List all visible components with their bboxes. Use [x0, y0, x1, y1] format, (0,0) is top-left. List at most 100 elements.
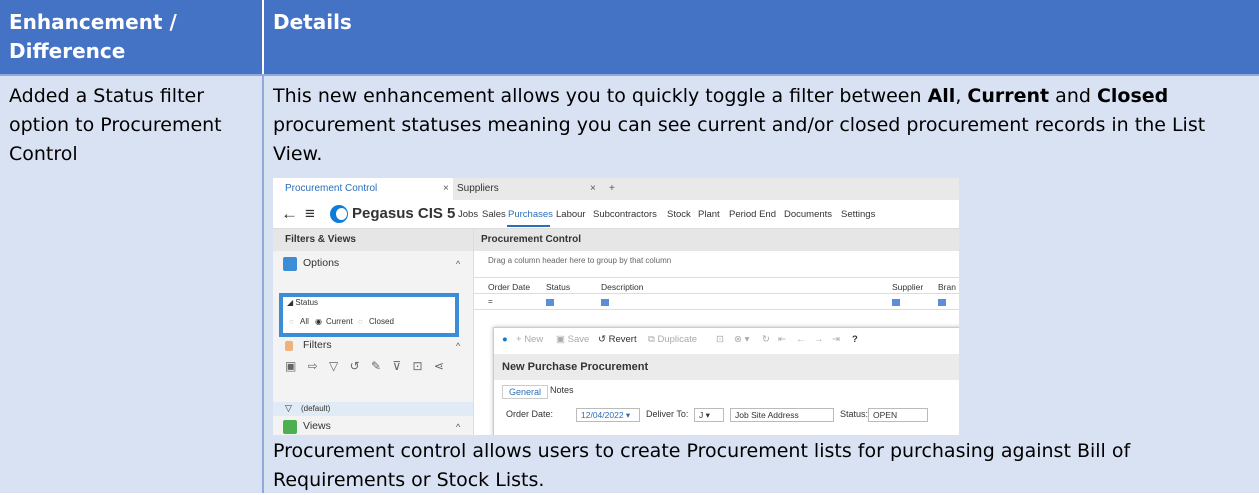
duplicate-button[interactable]: ⧉ Duplicate [648, 334, 697, 345]
menu-item-sales[interactable]: Sales [482, 209, 506, 220]
details-paragraph-2: Procurement control allows users to crea… [273, 440, 1131, 491]
grid-line [474, 293, 959, 294]
radio-closed-icon[interactable]: ○ [358, 317, 363, 326]
options-icon [283, 257, 297, 271]
status-field[interactable]: OPEN [868, 408, 928, 422]
tab-close-icon[interactable]: × [443, 178, 449, 200]
dialog-title-bar: New Purchase Procurement [494, 354, 959, 380]
new-tab-icon[interactable]: + [609, 178, 615, 200]
header-enhancement-label: Enhancement / Difference [9, 10, 177, 63]
tab-general[interactable]: General [502, 385, 549, 399]
menu-item-stock[interactable]: Stock [667, 209, 691, 220]
radio-all-label[interactable]: All [300, 317, 309, 326]
column-branch[interactable]: Bran [938, 282, 956, 292]
default-filter-row[interactable]: ▽ (default) [273, 402, 473, 416]
browser-tab-bar: Procurement Control × Suppliers × + [273, 178, 959, 200]
status-filter-highlight: ◢ Status ○ All ◉ Current ○ Closed [279, 293, 459, 337]
pegasus-logo-icon [330, 205, 348, 223]
brand-name: Pegasus CIS 5 [352, 205, 456, 222]
column-description[interactable]: Description [601, 282, 644, 292]
filters-views-header: Filters & Views [273, 229, 473, 251]
filter-cell-icon[interactable] [601, 299, 609, 306]
grid-line [474, 309, 959, 310]
para1-and: and [1049, 85, 1097, 107]
menu-item-plant[interactable]: Plant [698, 209, 720, 220]
menu-item-labour[interactable]: Labour [556, 209, 586, 220]
filter-operator[interactable]: = [488, 297, 493, 306]
refresh-icon[interactable]: ↻ [762, 334, 770, 345]
views-label[interactable]: Views [303, 420, 331, 432]
dialog-toolbar: ● + New ▣ Save ↺ Revert ⧉ Duplicate ⊡ ⊗ … [494, 328, 959, 352]
menu-item-documents[interactable]: Documents [784, 209, 832, 220]
filter-cell-icon[interactable] [546, 299, 554, 306]
help-button[interactable]: ? [852, 334, 858, 345]
save-button[interactable]: ▣ Save [556, 334, 589, 345]
para1-current: Current [967, 85, 1050, 107]
row-title-cell: Added a Status filter option to Procurem… [0, 76, 262, 493]
procurement-title: Procurement Control [481, 234, 582, 245]
chevron-up-icon[interactable]: ^ [456, 422, 460, 432]
new-purchase-procurement-dialog: ● + New ▣ Save ↺ Revert ⧉ Duplicate ⊡ ⊗ … [493, 327, 959, 435]
column-supplier[interactable]: Supplier [892, 282, 923, 292]
radio-current-icon[interactable]: ◉ [315, 317, 322, 326]
deliver-to-select[interactable]: J ▾ [694, 408, 724, 422]
dialog-title: New Purchase Procurement [502, 361, 649, 373]
revert-button[interactable]: ↺ Revert [598, 334, 637, 345]
radio-closed-label[interactable]: Closed [369, 317, 394, 326]
next-record-icon[interactable]: → [814, 334, 824, 345]
tab-notes[interactable]: Notes [550, 385, 574, 395]
column-order-date[interactable]: Order Date [488, 282, 530, 292]
header-cell-details: Details [264, 0, 1259, 74]
details-paragraph-1: This new enhancement allows you to quick… [273, 82, 1253, 169]
last-record-icon[interactable]: ⇥ [832, 334, 840, 345]
filters-label[interactable]: Filters [303, 339, 332, 351]
menu-item-settings[interactable]: Settings [841, 209, 875, 220]
funnel-icon: ▽ [285, 403, 292, 413]
app-screenshot: Procurement Control × Suppliers × + ← ≡ … [273, 178, 959, 435]
filters-views-title: Filters & Views [285, 234, 356, 245]
para1-sep: , [955, 85, 968, 107]
row-title: Added a Status filter option to Procurem… [9, 85, 222, 165]
active-menu-underline [507, 225, 550, 227]
print-icon[interactable]: ⊗ ▾ [734, 334, 749, 345]
tab-close-icon[interactable]: × [590, 178, 596, 200]
tab-suppliers[interactable]: Suppliers × + [457, 178, 637, 200]
order-date-field[interactable]: 12/04/2022 ▾ [576, 408, 640, 422]
chevron-up-icon[interactable]: ^ [456, 341, 460, 351]
status-label: Status: [840, 409, 869, 419]
menu-item-jobs[interactable]: Jobs [458, 209, 478, 220]
procurement-list-pane: Procurement Control Drag a column header… [474, 229, 959, 435]
filter-toolbar-icons[interactable]: ▣ ⇨ ▽ ↺ ✎ ⊽ ⊡ ⋖ [285, 359, 448, 373]
filter-cell-icon[interactable] [892, 299, 900, 306]
dialog-form: Order Date: 12/04/2022 ▾ Deliver To: J ▾… [494, 408, 959, 435]
header-details-label: Details [273, 10, 352, 34]
document-table: Enhancement / Difference Details Added a… [0, 0, 1259, 493]
pegasus-icon: ● [502, 334, 508, 345]
tab-label: Procurement Control [285, 183, 378, 194]
job-site-address-field[interactable]: Job Site Address [730, 408, 834, 422]
filters-views-pane: Filters & Views Options ^ ◢ Status ○ All… [273, 229, 474, 435]
tab-procurement-control[interactable]: Procurement Control × [273, 178, 453, 200]
new-button[interactable]: + New [516, 334, 543, 345]
delete-icon[interactable]: ⊡ [716, 334, 724, 345]
filter-cell-icon[interactable] [938, 299, 946, 306]
tab-label: Suppliers [457, 183, 499, 194]
radio-current-label[interactable]: Current [326, 317, 353, 326]
group-by-hint[interactable]: Drag a column header here to group by th… [488, 256, 671, 265]
options-label[interactable]: Options [303, 257, 339, 269]
grid-line [474, 277, 959, 278]
menu-item-period-end[interactable]: Period End [729, 209, 776, 220]
radio-all-icon[interactable]: ○ [289, 317, 294, 326]
para1-all: All [927, 85, 956, 107]
previous-record-icon[interactable]: ← [796, 334, 806, 345]
menu-item-purchases[interactable]: Purchases [508, 209, 553, 220]
app-navbar: ← ≡ Pegasus CIS 5 Jobs Sales Purchases L… [273, 200, 959, 229]
status-filter-label: ◢ Status [287, 298, 319, 307]
back-arrow-icon[interactable]: ← [281, 204, 298, 224]
hamburger-menu-icon[interactable]: ≡ [305, 204, 315, 224]
first-record-icon[interactable]: ⇤ [778, 334, 786, 345]
menu-item-subcontractors[interactable]: Subcontractors [593, 209, 657, 220]
column-status[interactable]: Status [546, 282, 570, 292]
chevron-up-icon[interactable]: ^ [456, 259, 460, 269]
default-filter-label: (default) [301, 404, 331, 413]
